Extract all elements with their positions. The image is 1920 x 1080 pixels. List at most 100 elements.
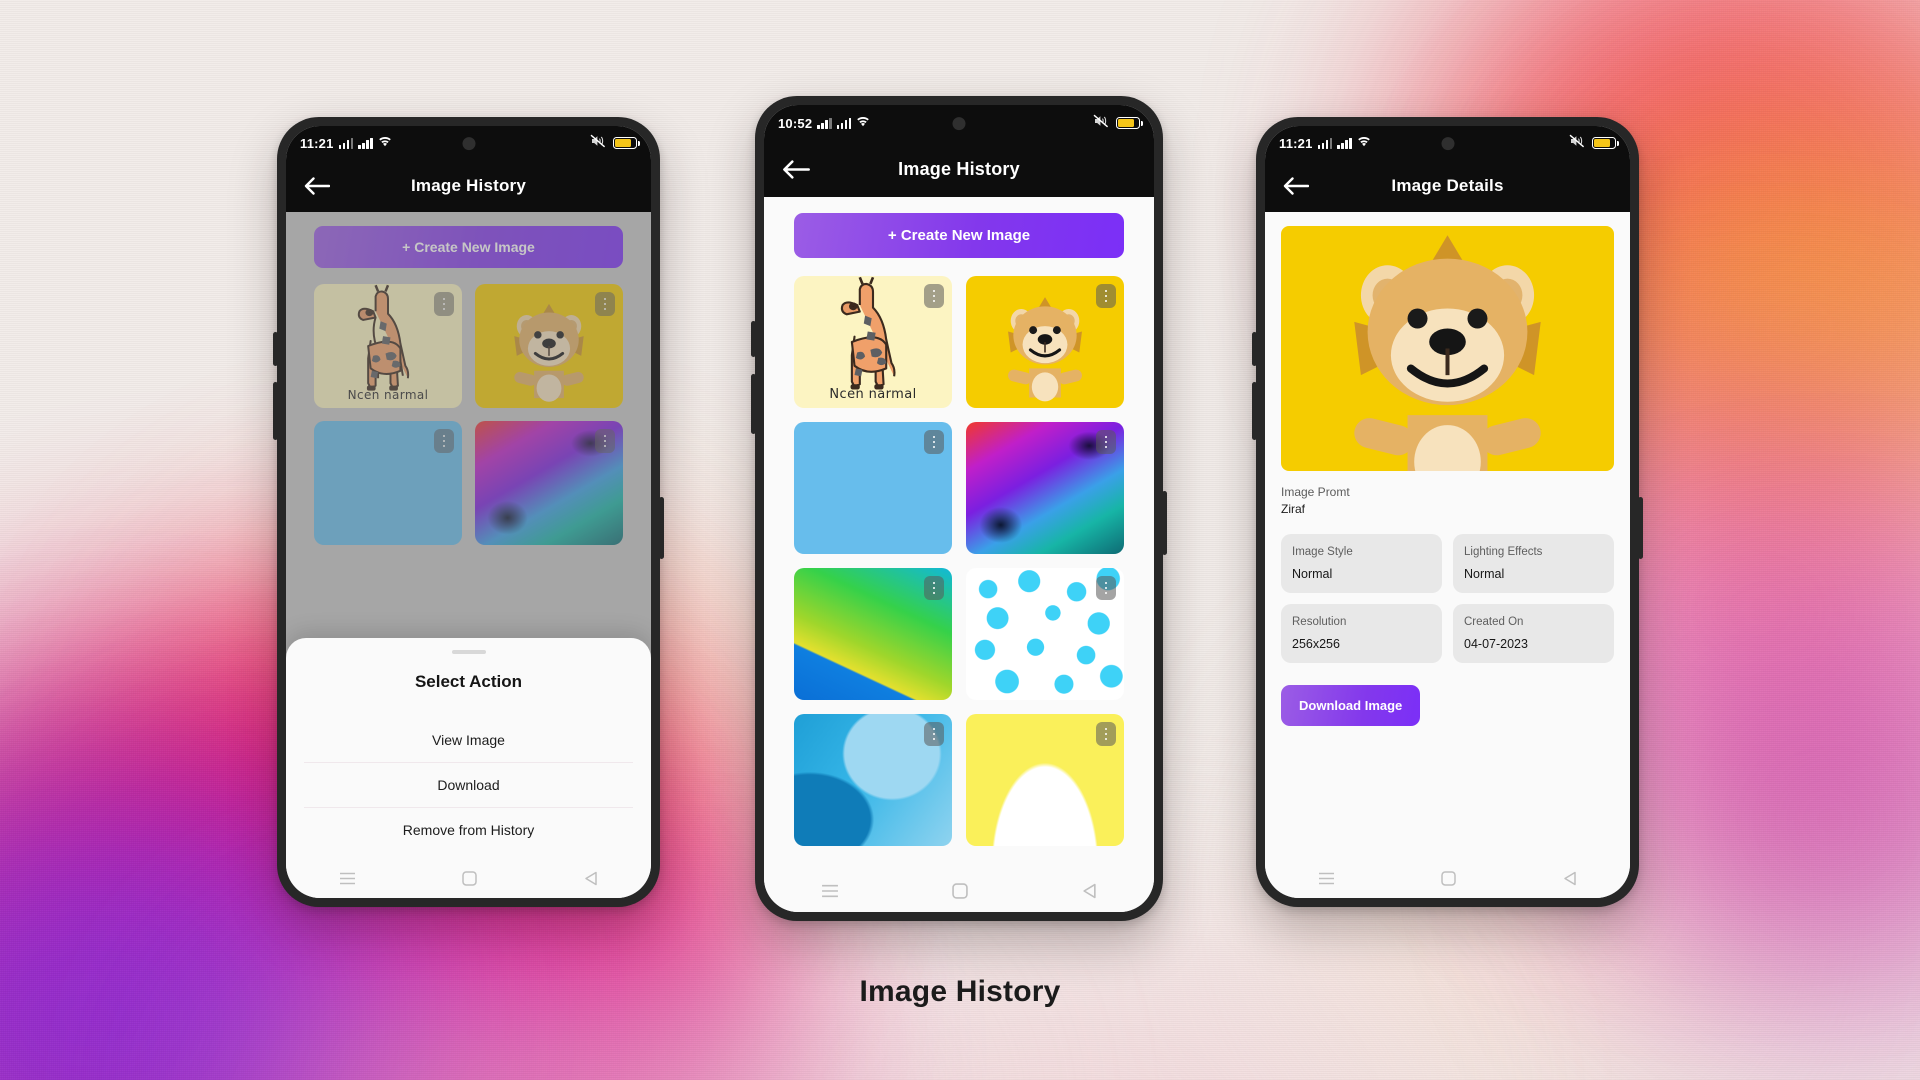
phone1-navbar [286,858,651,898]
kebab-menu-icon[interactable] [924,722,944,746]
wifi-icon [1357,134,1371,152]
prompt-value: Ziraf [1281,502,1305,516]
image-tile-yellow[interactable] [966,714,1124,846]
kebab-menu-icon[interactable] [1096,722,1116,746]
image-tile-gradient[interactable] [794,568,952,700]
signal-bars-icon [1337,137,1352,149]
phone3-side-button[interactable] [1638,497,1643,559]
create-new-image-button[interactable]: + Create New Image [794,213,1124,258]
mute-icon [1093,114,1109,133]
page-title: Image Details [1391,176,1504,195]
phone2-volume-button[interactable] [751,374,756,434]
phone-history: 10:52 Image History + Create New Image N… [751,96,1167,921]
home-icon[interactable] [1441,870,1457,886]
phone1-statusbar: 11:21 [286,126,651,160]
sheet-action-download[interactable]: Download [304,762,633,807]
status-time: 11:21 [300,135,334,151]
phone2-power-button[interactable] [751,321,756,357]
meta-value: 04-07-2023 [1464,637,1528,651]
back-arrow-icon[interactable] [782,159,810,179]
meta-card-created-on: Created On 04-07-2023 [1453,604,1614,663]
image-tile-giraffe[interactable]: Ncen narmal [794,276,952,408]
phone-details: 11:21 Image Details Image Promt Ziraf Im… [1252,117,1643,907]
phone-history-sheet: 11:21 Image History + Create New Image N… [273,117,664,907]
phone2-appbar: Image History [764,141,1154,197]
sheet-action-remove[interactable]: Remove from History [304,807,633,852]
download-image-button[interactable]: Download Image [1281,685,1421,726]
kebab-menu-icon[interactable] [1096,576,1116,600]
phone1-appbar: Image History [286,160,651,212]
phone3-details-content: Image Promt Ziraf Image Style Normal Lig… [1265,212,1630,858]
screenshot-stage: 11:21 Image History + Create New Image N… [0,0,1920,1080]
image-tile-swirl[interactable] [966,422,1124,554]
meta-value: Normal [1292,567,1333,581]
meta-key: Created On [1464,616,1524,628]
recents-icon[interactable] [821,884,839,898]
detail-hero-image[interactable] [1281,226,1614,471]
back-arrow-icon[interactable] [1283,177,1309,195]
image-tile-sky[interactable] [794,422,952,554]
phone1-side-button[interactable] [659,497,664,559]
meta-card-image-style: Image Style Normal [1281,534,1442,593]
phone2-statusbar: 10:52 [764,105,1154,141]
signal-bars-icon [338,137,354,149]
phone1-power-button[interactable] [273,332,278,366]
phone2-side-button[interactable] [1162,491,1167,555]
kebab-menu-icon[interactable] [924,576,944,600]
sheet-title: Select Action [414,672,523,691]
status-time: 11:21 [1279,135,1313,151]
wifi-icon [856,114,870,132]
sheet-drag-handle[interactable] [451,650,486,654]
phone1-screen: 11:21 Image History + Create New Image N… [286,126,651,898]
select-action-sheet: Select Action View Image Download Remove… [286,638,651,858]
front-camera-dot [952,117,966,131]
back-arrow-icon[interactable] [304,177,330,195]
image-tile-clouds[interactable] [966,568,1124,700]
lion-artwork [1354,235,1541,471]
home-icon[interactable] [462,870,478,886]
front-camera-dot [462,137,475,151]
prompt-label: Image Promt [1281,485,1350,499]
signal-bars-icon [1317,137,1333,149]
page-title: Image History [410,176,527,195]
recents-icon[interactable] [1318,872,1335,885]
battery-icon [613,137,640,149]
phone1-volume-button[interactable] [273,382,278,440]
image-tile-lion[interactable] [966,276,1124,408]
meta-value: Normal [1464,567,1505,581]
phone1-content: + Create New Image Ncen narmal Select Ac… [286,212,651,858]
front-camera-dot [1441,137,1454,151]
meta-key: Resolution [1292,616,1347,628]
home-icon[interactable] [952,883,969,899]
battery-icon [1592,137,1619,149]
meta-value: 256x256 [1292,637,1340,651]
kebab-menu-icon[interactable] [1096,284,1116,308]
phone3-power-button[interactable] [1252,332,1257,366]
meta-key: Image Style [1292,546,1353,558]
recents-icon[interactable] [339,872,356,885]
back-icon[interactable] [584,871,598,886]
page-caption: Image History [859,975,1061,1008]
back-icon[interactable] [1563,871,1577,886]
kebab-menu-icon[interactable] [1096,430,1116,454]
wifi-icon [378,134,392,152]
signal-bars-icon [836,117,852,129]
signal-bars-icon [358,137,373,149]
meta-card-resolution: Resolution 256x256 [1281,604,1442,663]
meta-key: Lighting Effects [1464,546,1543,558]
kebab-menu-icon[interactable] [924,284,944,308]
kebab-menu-icon[interactable] [924,430,944,454]
phone3-statusbar: 11:21 [1265,126,1630,160]
signal-bars-icon [817,117,832,129]
back-icon[interactable] [1082,883,1097,899]
sheet-action-view-image[interactable]: View Image [304,718,633,762]
tile-caption: Ncen narmal [829,387,917,402]
meta-card-lighting-effects: Lighting Effects Normal [1453,534,1614,593]
phone3-screen: 11:21 Image Details Image Promt Ziraf Im… [1265,126,1630,898]
phone2-navbar [764,870,1154,912]
phone2-image-grid: Ncen narmal [794,276,1124,870]
status-time: 10:52 [778,115,813,131]
image-tile-wave[interactable] [794,714,952,846]
page-title: Image History [898,158,1020,179]
phone3-volume-button[interactable] [1252,382,1257,440]
